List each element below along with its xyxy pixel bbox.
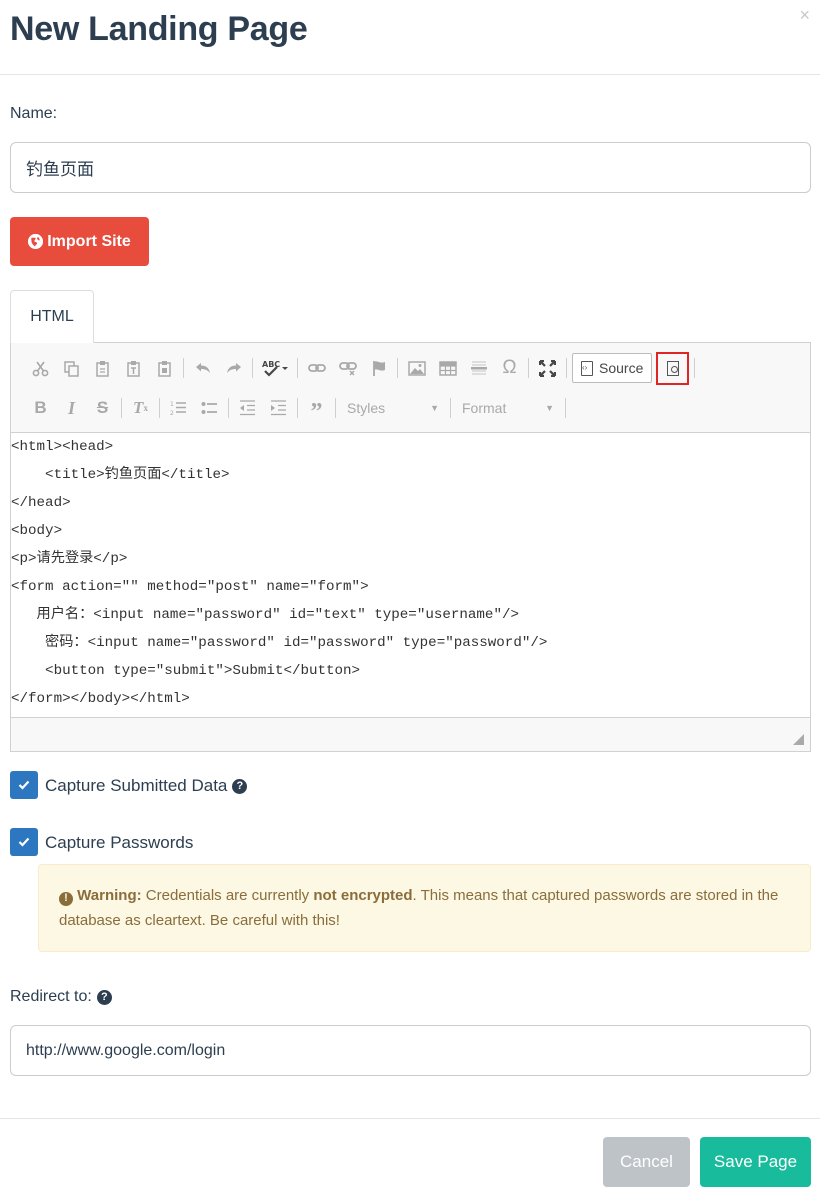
capture-submitted-label: Capture Submitted Data ? xyxy=(45,776,248,796)
warning-prefix: Warning: xyxy=(77,887,142,904)
import-site-button[interactable]: Import Site xyxy=(10,217,149,266)
link-icon[interactable] xyxy=(301,354,332,382)
chevron-down-icon: ▼ xyxy=(545,403,554,413)
toolbar-separator xyxy=(159,398,160,418)
horizontal-rule-icon[interactable] xyxy=(463,354,494,382)
source-line: 用户名：<input name="password" id="text" typ… xyxy=(11,607,519,623)
source-button[interactable]: Source xyxy=(572,353,653,383)
preview-button[interactable] xyxy=(656,351,690,385)
svg-text:2: 2 xyxy=(170,410,174,416)
toolbar-separator xyxy=(694,358,696,378)
redirect-input[interactable] xyxy=(10,1025,811,1076)
source-code-area[interactable]: <html><head> <title>钓鱼页面</title> </head>… xyxy=(11,433,810,718)
redirect-label: Redirect to: ? xyxy=(10,988,112,1006)
modal-header: New Landing Page × xyxy=(0,0,820,75)
remove-format-icon[interactable]: Tx xyxy=(125,394,156,422)
source-line: <title>钓鱼页面</title> xyxy=(11,467,230,483)
toolbar-separator xyxy=(228,398,229,418)
import-site-label: Import Site xyxy=(47,232,131,250)
toolbar-row-1: ABC Ω ‹› Source xyxy=(25,351,698,385)
source-line: <body> xyxy=(11,523,63,539)
styles-dropdown[interactable]: Styles ▼ xyxy=(339,396,447,420)
toolbar-separator xyxy=(297,358,298,378)
warning-text-1: Credentials are currently xyxy=(141,887,314,904)
unlink-icon[interactable] xyxy=(332,354,363,382)
tab-html[interactable]: HTML xyxy=(10,290,94,343)
footer-divider xyxy=(0,1118,820,1119)
numbered-list-icon[interactable]: 12 xyxy=(163,394,194,422)
source-line: <html><head> xyxy=(11,439,114,455)
close-icon[interactable]: × xyxy=(799,6,810,24)
toolbar-separator xyxy=(565,398,566,418)
toolbar-separator xyxy=(397,358,398,378)
name-label: Name: xyxy=(10,105,58,122)
exclamation-icon: ! xyxy=(59,891,73,906)
image-icon[interactable] xyxy=(401,354,432,382)
paste-icon[interactable] xyxy=(87,354,118,382)
copy-icon[interactable] xyxy=(56,354,87,382)
check-icon xyxy=(18,837,30,847)
maximize-icon[interactable] xyxy=(532,354,563,382)
toolbar-separator xyxy=(183,358,184,378)
resize-handle[interactable] xyxy=(793,734,804,745)
format-label: Format xyxy=(462,400,507,416)
paste-word-icon[interactable] xyxy=(149,354,180,382)
source-line: <form action="" method="post" name="form… xyxy=(11,579,369,595)
table-icon[interactable] xyxy=(432,354,463,382)
bold-icon[interactable]: B xyxy=(25,394,56,422)
indent-icon[interactable] xyxy=(263,394,294,422)
toolbar-separator xyxy=(335,398,336,418)
toolbar-separator xyxy=(252,358,253,378)
name-input[interactable] xyxy=(10,142,811,193)
cut-icon[interactable] xyxy=(25,354,56,382)
source-doc-icon xyxy=(581,360,593,376)
outdent-icon[interactable] xyxy=(232,394,263,422)
editor-toolbar: ABC Ω ‹› Source B I S T x 1 2 ” Styles ▼… xyxy=(11,343,810,433)
source-line: <button type="submit">Submit</button> xyxy=(11,663,361,679)
toolbar-separator xyxy=(450,398,451,418)
paste-text-icon[interactable] xyxy=(118,354,149,382)
source-line: <p>请先登录</p> xyxy=(11,551,128,567)
source-line: 密码：<input name="password" id="password" … xyxy=(11,635,548,651)
blockquote-icon[interactable]: ” xyxy=(301,394,332,425)
bulleted-list-icon[interactable] xyxy=(194,394,225,422)
help-icon[interactable]: ? xyxy=(96,989,112,1005)
save-page-button[interactable]: Save Page xyxy=(700,1137,811,1187)
help-icon[interactable]: ? xyxy=(232,778,248,794)
toolbar-separator xyxy=(297,398,298,418)
format-dropdown[interactable]: Format ▼ xyxy=(454,396,562,420)
capture-submitted-checkbox[interactable] xyxy=(10,771,38,799)
modal-title: New Landing Page xyxy=(10,10,308,48)
preview-icon xyxy=(666,360,679,376)
toolbar-separator xyxy=(566,358,567,378)
source-line: </form></body></html> xyxy=(11,691,190,707)
svg-text:1: 1 xyxy=(170,401,174,408)
undo-icon[interactable] xyxy=(187,354,218,382)
italic-icon[interactable]: I xyxy=(56,394,87,422)
anchor-icon[interactable] xyxy=(363,354,394,382)
toolbar-row-2: B I S Tx 12 ” Styles ▼ Format ▼ xyxy=(25,393,569,425)
strike-icon[interactable]: S xyxy=(87,394,118,422)
warning-alert: ! Warning: Credentials are currently not… xyxy=(38,864,811,952)
toolbar-separator xyxy=(528,358,529,378)
spellcheck-icon[interactable]: ABC xyxy=(256,354,294,382)
capture-passwords-label: Capture Passwords xyxy=(45,833,194,852)
redo-icon[interactable] xyxy=(218,354,249,382)
capture-passwords-checkbox[interactable] xyxy=(10,828,38,856)
special-char-icon[interactable]: Ω xyxy=(494,354,525,382)
chevron-down-icon: ▼ xyxy=(430,403,439,413)
globe-icon xyxy=(28,234,44,249)
warning-emphasis: not encrypted xyxy=(313,887,413,904)
toolbar-separator xyxy=(121,398,122,418)
source-line: </head> xyxy=(11,495,71,511)
rich-text-editor: ABC Ω ‹› Source B I S T x 1 2 ” Styles ▼… xyxy=(10,342,811,752)
styles-label: Styles xyxy=(347,400,386,416)
cancel-button[interactable]: Cancel xyxy=(603,1137,690,1187)
check-icon xyxy=(18,780,30,790)
source-label: Source xyxy=(599,360,644,376)
